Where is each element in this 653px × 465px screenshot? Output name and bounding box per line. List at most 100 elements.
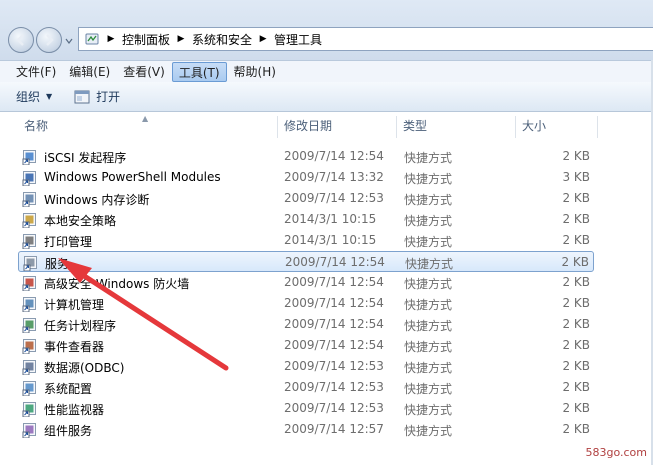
file-type: 快捷方式 — [405, 257, 454, 271]
file-size: 2 KB — [562, 296, 590, 310]
file-size: 2 KB — [562, 422, 590, 436]
file-name: 性能监视器 — [44, 403, 105, 417]
file-date: 2009/7/14 13:32 — [284, 170, 384, 184]
file-date: 2009/7/14 12:57 — [284, 422, 384, 436]
file-type: 快捷方式 — [404, 172, 453, 186]
file-row[interactable]: 任务计划程序 2009/7/14 12:54 快捷方式 2 KB — [18, 314, 594, 335]
menu-file[interactable]: 文件(F) — [10, 62, 62, 82]
file-name: 高级安全 Windows 防火墙 — [44, 277, 190, 291]
file-date: 2009/7/14 12:54 — [284, 317, 384, 331]
column-header-type[interactable]: 类型 — [397, 112, 515, 140]
command-bar: 组织 ▼ 打开 — [0, 82, 653, 112]
file-date: 2009/7/14 12:54 — [284, 296, 384, 310]
control-panel-icon — [81, 28, 103, 50]
file-name: iSCSI 发起程序 — [44, 151, 127, 165]
file-name: 本地安全策略 — [44, 214, 117, 228]
back-arrow-icon — [16, 34, 24, 46]
file-name: 任务计划程序 — [44, 319, 117, 333]
menu-view[interactable]: 查看(V) — [117, 62, 171, 82]
organize-button[interactable]: 组织 ▼ — [16, 88, 52, 105]
forward-arrow-icon — [46, 34, 54, 46]
breadcrumb-system-security[interactable]: 系统和安全 — [189, 31, 255, 48]
file-type: 快捷方式 — [404, 361, 453, 375]
file-row[interactable]: iSCSI 发起程序 2009/7/14 12:54 快捷方式 2 KB — [18, 146, 594, 167]
file-row[interactable]: 事件查看器 2009/7/14 12:54 快捷方式 2 KB — [18, 335, 594, 356]
forward-button[interactable] — [36, 27, 62, 53]
file-type: 快捷方式 — [404, 403, 453, 417]
file-type: 快捷方式 — [404, 214, 453, 228]
breadcrumb-separator-icon[interactable]: ▶ — [173, 28, 189, 50]
file-size: 2 KB — [562, 338, 590, 352]
file-type: 快捷方式 — [404, 151, 453, 165]
file-size: 2 KB — [562, 191, 590, 205]
file-date: 2009/7/14 12:54 — [284, 149, 384, 163]
security-policy-icon — [22, 213, 36, 228]
print-management-icon — [22, 234, 36, 249]
services-icon — [23, 256, 37, 271]
breadcrumb-separator-icon[interactable]: ▶ — [103, 28, 119, 50]
breadcrumb-separator-icon[interactable]: ▶ — [255, 28, 271, 50]
open-label: 打开 — [96, 90, 121, 104]
firewall-icon — [22, 276, 36, 291]
file-size: 2 KB — [562, 149, 590, 163]
computer-management-icon — [22, 297, 36, 312]
file-name: 计算机管理 — [44, 298, 105, 312]
column-header-name[interactable]: 名称 — [18, 112, 276, 140]
file-date: 2009/7/14 12:54 — [284, 275, 384, 289]
file-type: 快捷方式 — [404, 193, 453, 207]
file-name: 数据源(ODBC) — [44, 361, 125, 375]
open-button[interactable]: 打开 — [74, 88, 120, 105]
file-type: 快捷方式 — [404, 277, 453, 291]
menu-help[interactable]: 帮助(H) — [228, 62, 282, 82]
file-date: 2009/7/14 12:53 — [284, 191, 384, 205]
recent-pages-dropdown-icon[interactable] — [64, 36, 74, 46]
column-header-size[interactable]: 大小 — [516, 112, 596, 140]
file-row[interactable]: 数据源(ODBC) 2009/7/14 12:53 快捷方式 2 KB — [18, 356, 594, 377]
task-scheduler-icon — [22, 318, 36, 333]
file-row[interactable]: 服务 2009/7/14 12:54 快捷方式 2 KB — [18, 251, 594, 272]
file-name: Windows 内存诊断 — [44, 193, 150, 207]
file-size: 2 KB — [562, 233, 590, 247]
file-size: 2 KB — [562, 275, 590, 289]
file-row[interactable]: 打印管理 2014/3/1 10:15 快捷方式 2 KB — [18, 230, 594, 251]
address-bar[interactable]: ▶ 控制面板 ▶ 系统和安全 ▶ 管理工具 — [78, 27, 653, 51]
file-date: 2009/7/14 12:54 — [284, 338, 384, 352]
file-type: 快捷方式 — [404, 319, 453, 333]
watermark: 583go.com — [585, 446, 647, 459]
file-row[interactable]: 组件服务 2009/7/14 12:57 快捷方式 2 KB — [18, 419, 594, 440]
column-header-row: ▲ 名称 修改日期 类型 大小 — [0, 112, 653, 140]
file-row[interactable]: 本地安全策略 2014/3/1 10:15 快捷方式 2 KB — [18, 209, 594, 230]
event-viewer-icon — [22, 339, 36, 354]
breadcrumb-admin-tools[interactable]: 管理工具 — [271, 31, 325, 48]
file-date: 2009/7/14 12:54 — [285, 255, 385, 269]
file-row[interactable]: Windows PowerShell Modules 2009/7/14 13:3… — [18, 167, 594, 188]
file-row[interactable]: 性能监视器 2009/7/14 12:53 快捷方式 2 KB — [18, 398, 594, 419]
file-size: 2 KB — [562, 317, 590, 331]
file-type: 快捷方式 — [404, 382, 453, 396]
file-row[interactable]: 系统配置 2009/7/14 12:53 快捷方式 2 KB — [18, 377, 594, 398]
address-area: ▶ 控制面板 ▶ 系统和安全 ▶ 管理工具 — [0, 0, 653, 60]
odbc-icon — [22, 360, 36, 375]
file-date: 2014/3/1 10:15 — [284, 233, 377, 247]
file-type: 快捷方式 — [404, 340, 453, 354]
column-header-date[interactable]: 修改日期 — [278, 112, 396, 140]
menu-tools[interactable]: 工具(T) — [171, 61, 227, 82]
file-type: 快捷方式 — [404, 235, 453, 249]
organize-label: 组织 — [16, 90, 41, 104]
breadcrumb-control-panel[interactable]: 控制面板 — [119, 31, 173, 48]
menu-bar: 文件(F) 编辑(E) 查看(V) 工具(T) 帮助(H) — [0, 60, 653, 82]
back-button[interactable] — [8, 27, 34, 53]
file-row[interactable]: 计算机管理 2009/7/14 12:54 快捷方式 2 KB — [18, 293, 594, 314]
column-divider[interactable] — [597, 116, 598, 138]
file-date: 2009/7/14 12:53 — [284, 359, 384, 373]
file-row[interactable]: 高级安全 Windows 防火墙 2009/7/14 12:54 快捷方式 2 KB — [18, 272, 594, 293]
iscsi-icon — [22, 150, 36, 165]
chevron-down-icon: ▼ — [46, 92, 53, 101]
file-date: 2009/7/14 12:53 — [284, 401, 384, 415]
file-name: 组件服务 — [44, 424, 93, 438]
file-row[interactable]: Windows 内存诊断 2009/7/14 12:53 快捷方式 2 KB — [18, 188, 594, 209]
system-config-icon — [22, 381, 36, 396]
menu-edit[interactable]: 编辑(E) — [63, 62, 116, 82]
file-size: 2 KB — [562, 212, 590, 226]
file-size: 2 KB — [562, 401, 590, 415]
